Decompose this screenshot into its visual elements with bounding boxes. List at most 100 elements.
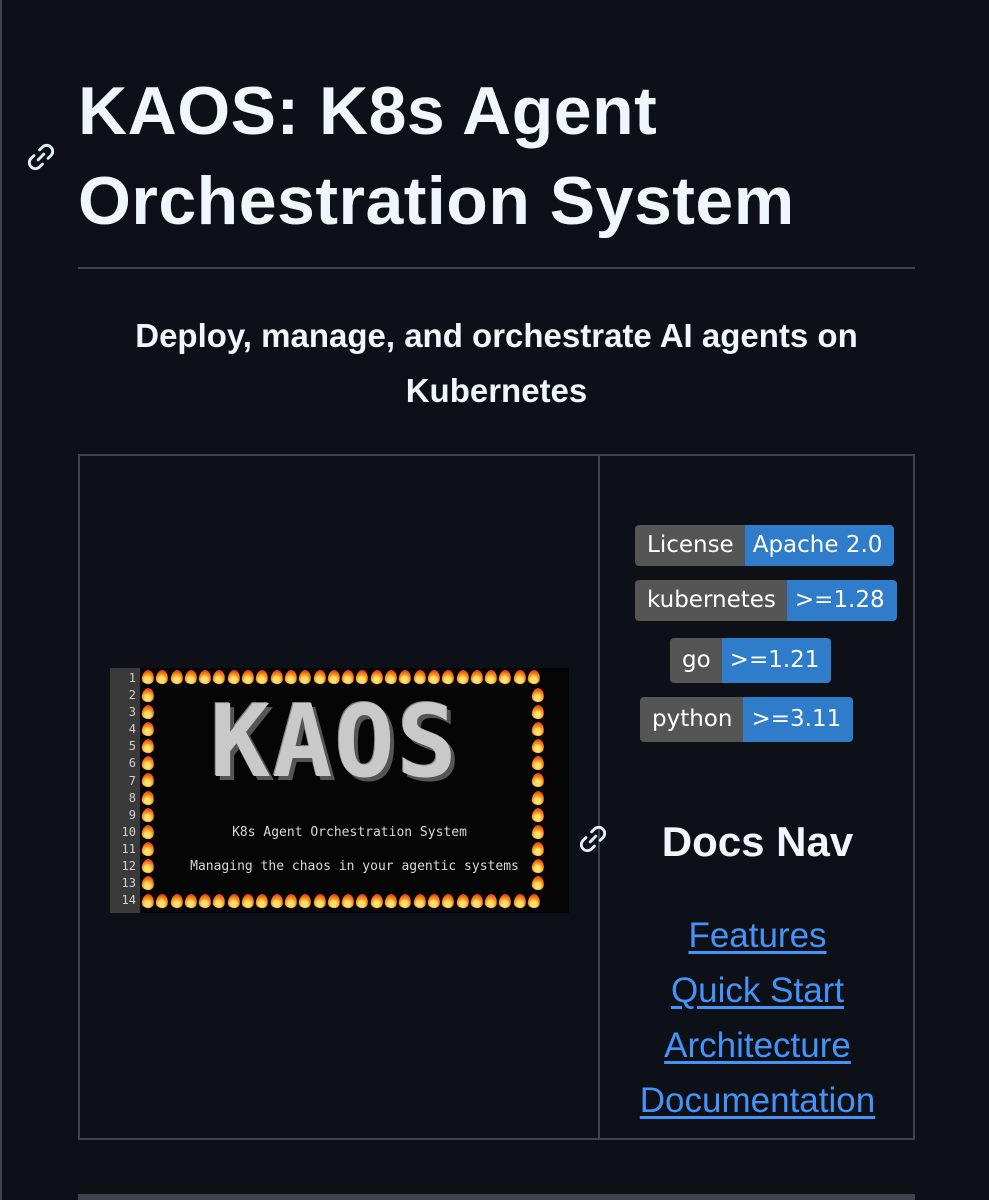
fire-icon — [141, 738, 155, 755]
fire-icon — [141, 721, 155, 737]
fire-icon — [141, 669, 155, 685]
fire-icon — [141, 893, 155, 909]
fire-icon — [412, 893, 427, 909]
fire-icon — [141, 755, 155, 772]
quick-start-link[interactable]: Quick Start — [600, 963, 915, 1018]
line-number: 3 — [128, 705, 136, 720]
fire-icon — [212, 893, 227, 909]
fire-icon — [226, 893, 241, 909]
section-divider — [78, 1194, 915, 1200]
badge-value: Apache 2.0 — [744, 525, 895, 566]
fire-icon — [141, 704, 155, 720]
line-number: 9 — [128, 807, 136, 822]
fire-icon — [183, 893, 198, 909]
go-badge[interactable]: go >=1.21 — [670, 638, 832, 683]
line-number: 1 — [128, 671, 136, 685]
fire-icon — [512, 893, 527, 909]
fire-icon — [369, 893, 384, 909]
fire-icon — [531, 738, 545, 755]
line-number: 4 — [128, 722, 136, 737]
banner-subtitle: K8s Agent Orchestration System — [232, 825, 467, 840]
fire-icon — [531, 772, 545, 789]
fire-icon — [531, 755, 545, 772]
title-divider — [78, 267, 915, 269]
fire-icon — [484, 669, 499, 685]
link-icon[interactable] — [24, 140, 58, 174]
tagline: Deploy, manage, and orchestrate AI agent… — [135, 317, 858, 409]
fire-icon — [355, 893, 370, 909]
line-number: 13 — [121, 876, 136, 891]
fire-icon — [141, 789, 155, 806]
fire-icon — [141, 772, 155, 789]
line-number: 8 — [128, 790, 136, 805]
docs-nav-heading: Docs Nav — [661, 818, 854, 865]
badge-label: License — [635, 525, 745, 566]
fire-icon — [427, 893, 441, 909]
line-number: 7 — [128, 773, 136, 788]
line-number: 14 — [121, 893, 136, 908]
header-table: 1 2 3 4 5 6 7 8 9 10 11 12 13 14 KAOS K8s Agent Orche… — [78, 454, 915, 1140]
fire-icon — [241, 893, 255, 909]
fire-icon — [469, 669, 484, 685]
documentation-link[interactable]: Documentation — [600, 1073, 915, 1128]
fire-icon — [531, 875, 545, 891]
fire-icon — [141, 687, 155, 703]
fire-icon — [298, 893, 313, 909]
line-number: 5 — [128, 739, 136, 754]
line-number: 6 — [128, 756, 136, 771]
license-badge[interactable]: License Apache 2.0 — [635, 525, 895, 566]
features-link[interactable]: Features — [600, 908, 915, 963]
fire-icon — [498, 893, 513, 909]
fire-icon — [498, 669, 513, 685]
line-number: 2 — [128, 688, 136, 703]
kaos-banner-image: 1 2 3 4 5 6 7 8 9 10 11 12 13 14 KAOS K8s Agent Orche… — [110, 668, 569, 913]
fire-icon — [531, 789, 545, 806]
badge-value: >=1.21 — [721, 638, 832, 683]
badge-label: go — [670, 638, 722, 683]
fire-icon — [441, 893, 456, 909]
fire-icon — [527, 669, 541, 685]
fire-icon — [384, 893, 398, 909]
fire-icon — [269, 893, 284, 909]
fire-icon — [531, 721, 545, 737]
docs-nav-links: Features Quick Start Architecture Docume… — [600, 908, 915, 1128]
fire-icon — [155, 893, 170, 909]
fire-icon — [169, 669, 184, 685]
fire-icon — [255, 893, 270, 909]
badge-label: python — [640, 697, 744, 742]
line-number: 11 — [121, 841, 136, 856]
fire-icon — [312, 893, 327, 909]
fire-icon — [183, 669, 198, 685]
fire-icon — [531, 687, 545, 703]
fire-icon — [326, 893, 341, 909]
fire-icon — [141, 841, 155, 857]
architecture-link[interactable]: Architecture — [600, 1018, 915, 1073]
fire-icon — [341, 893, 356, 909]
fire-icon — [141, 806, 155, 823]
badge-label: kubernetes — [635, 580, 787, 621]
fire-icon — [398, 893, 413, 909]
badge-value: >=1.28 — [786, 580, 897, 621]
fire-icon — [284, 893, 298, 909]
fire-icon — [512, 669, 527, 685]
fire-icon — [141, 875, 155, 891]
fire-icon — [155, 669, 170, 685]
page-frame: KAOS: K8s Agent Orchestration System Dep… — [0, 0, 987, 1200]
fire-icon — [531, 841, 545, 857]
line-number-gutter: 1 2 3 4 5 6 7 8 9 10 11 12 13 14 — [110, 668, 140, 913]
kubernetes-badge[interactable]: kubernetes >=1.28 — [635, 580, 897, 621]
badge-value: >=3.11 — [743, 697, 854, 742]
fire-icon — [527, 893, 541, 909]
kaos-logo: KAOS — [210, 683, 459, 800]
fire-icon — [469, 893, 484, 909]
fire-icon — [198, 893, 213, 909]
fire-icon — [531, 806, 545, 823]
banner-slogan: Managing the chaos in your agentic syste… — [190, 859, 519, 874]
fire-icon — [169, 893, 184, 909]
fire-icon — [484, 893, 499, 909]
flame-border-bottom — [141, 893, 541, 912]
page-title: KAOS: K8s Agent Orchestration System — [78, 73, 795, 239]
python-badge[interactable]: python >=3.11 — [640, 697, 854, 742]
fire-icon — [531, 704, 545, 720]
fire-icon — [455, 893, 470, 909]
